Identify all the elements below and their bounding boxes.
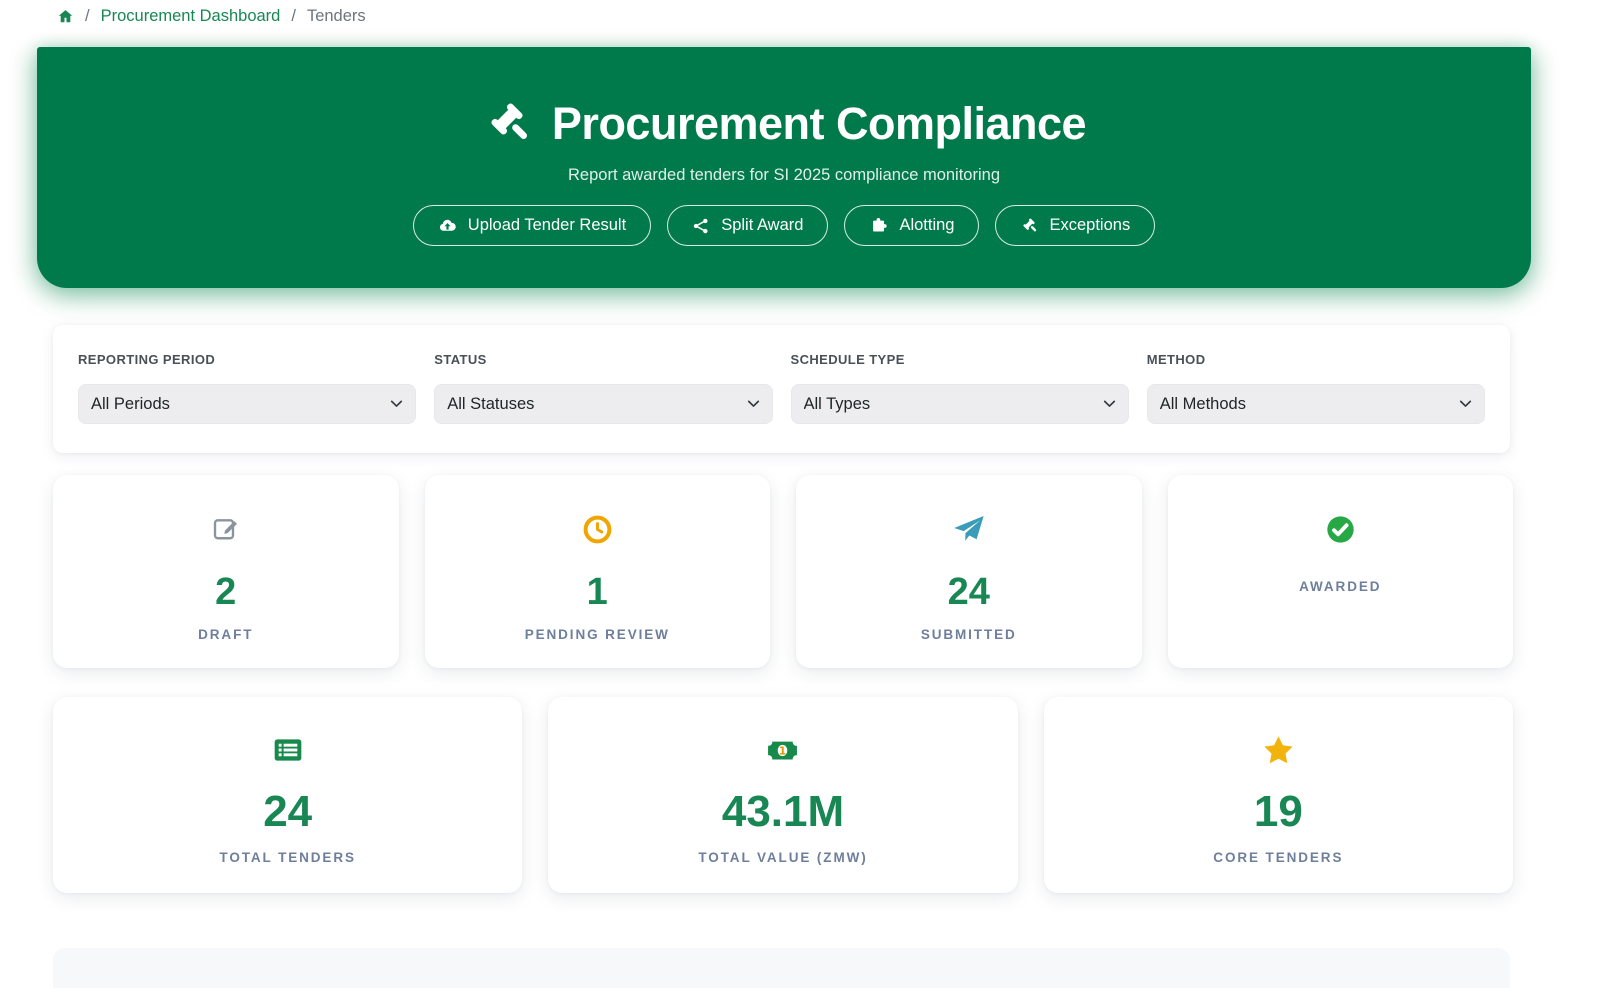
total-value-label: TOTAL VALUE (ZMW) (698, 850, 867, 865)
filter-bar: REPORTING PERIOD All Periods STATUS All … (53, 325, 1510, 453)
share-icon (692, 217, 710, 235)
page-subtitle: Report awarded tenders for SI 2025 compl… (568, 166, 1000, 185)
schedule-type-select[interactable]: All Types (791, 384, 1129, 424)
pending-review-card: 1 PENDING REVIEW (425, 475, 771, 668)
total-value-amount: 43.1M (722, 790, 844, 834)
gavel-icon (1020, 217, 1038, 235)
breadcrumb-link-procurement-dashboard[interactable]: Procurement Dashboard (101, 7, 281, 26)
gavel-icon (482, 99, 532, 149)
breadcrumb-separator: / (291, 7, 296, 26)
hero-actions: Upload Tender Result Split Award Alottin… (413, 205, 1155, 246)
money-bill-icon: 1 (766, 734, 799, 766)
check-circle-icon (1325, 513, 1356, 545)
paper-plane-icon (952, 513, 985, 545)
pending-review-label: PENDING REVIEW (525, 627, 670, 642)
summary-cards-row: 24 TOTAL TENDERS 1 43.1M TOTAL VALUE (ZM… (53, 697, 1513, 893)
awarded-label: AWARDED (1299, 579, 1381, 594)
draft-count: 2 (215, 573, 236, 611)
edit-icon (211, 513, 241, 545)
submitted-card: 24 SUBMITTED (796, 475, 1142, 668)
method-select[interactable]: All Methods (1147, 384, 1485, 424)
breadcrumb-separator: / (85, 7, 90, 26)
exceptions-button[interactable]: Exceptions (995, 205, 1155, 246)
page-title: Procurement Compliance (552, 97, 1086, 151)
alotting-button[interactable]: Alotting (844, 205, 979, 246)
draft-label: DRAFT (198, 627, 253, 642)
home-icon[interactable] (57, 8, 74, 25)
status-cards-row: 2 DRAFT 1 PENDING REVIEW 24 SUBMITTED (53, 475, 1513, 668)
button-label: Split Award (721, 216, 803, 235)
button-label: Upload Tender Result (468, 216, 626, 235)
split-award-button[interactable]: Split Award (667, 205, 828, 246)
filter-label: METHOD (1147, 352, 1485, 367)
hero-banner: Procurement Compliance Report awarded te… (37, 47, 1531, 288)
status-select[interactable]: All Statuses (434, 384, 772, 424)
total-tenders-card: 24 TOTAL TENDERS (53, 697, 522, 893)
submitted-label: SUBMITTED (921, 627, 1017, 642)
awarded-card: AWARDED (1168, 475, 1514, 668)
clock-icon (582, 513, 613, 545)
filter-label: STATUS (434, 352, 772, 367)
draft-card: 2 DRAFT (53, 475, 399, 668)
filter-label: SCHEDULE TYPE (791, 352, 1129, 367)
filter-status: STATUS All Statuses (434, 352, 772, 453)
button-label: Exceptions (1049, 216, 1130, 235)
reporting-period-select[interactable]: All Periods (78, 384, 416, 424)
total-value-card: 1 43.1M TOTAL VALUE (ZMW) (548, 697, 1017, 893)
core-tenders-count: 19 (1254, 790, 1303, 834)
filter-label: REPORTING PERIOD (78, 352, 416, 367)
filter-schedule-type: SCHEDULE TYPE All Types (791, 352, 1129, 453)
cloud-upload-icon (438, 216, 457, 235)
total-tenders-label: TOTAL TENDERS (219, 850, 355, 865)
upload-tender-result-button[interactable]: Upload Tender Result (413, 205, 651, 246)
next-section-peek (53, 948, 1510, 988)
core-tenders-label: CORE TENDERS (1213, 850, 1343, 865)
puzzle-icon (869, 216, 888, 235)
list-icon (272, 734, 304, 766)
filter-reporting-period: REPORTING PERIOD All Periods (78, 352, 416, 453)
svg-text:1: 1 (779, 745, 786, 757)
button-label: Alotting (899, 216, 954, 235)
breadcrumb: / Procurement Dashboard / Tenders (57, 7, 366, 26)
filter-method: METHOD All Methods (1147, 352, 1485, 453)
breadcrumb-current-tenders: Tenders (307, 7, 366, 26)
pending-review-count: 1 (587, 573, 608, 611)
submitted-count: 24 (948, 573, 990, 611)
star-icon (1262, 734, 1295, 766)
total-tenders-count: 24 (263, 790, 312, 834)
core-tenders-card: 19 CORE TENDERS (1044, 697, 1513, 893)
